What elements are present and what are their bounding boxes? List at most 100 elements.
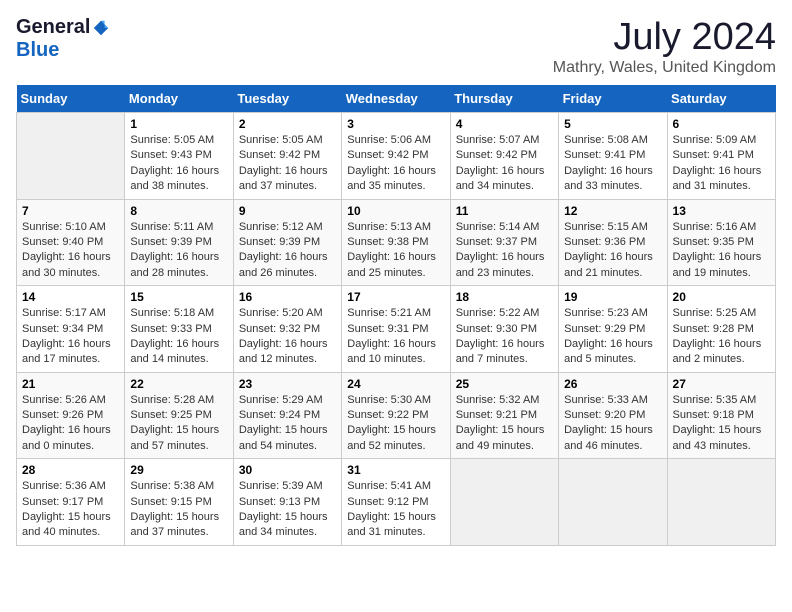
day-cell [17, 113, 125, 200]
logo: General Blue [16, 16, 110, 62]
day-cell: 17 Sunrise: 5:21 AM Sunset: 9:31 PM Dayli… [342, 286, 450, 373]
cell-info: Sunrise: 5:23 AM Sunset: 9:29 PM Dayligh… [564, 306, 661, 368]
day-cell: 18Sunrise: 5:22 AM Sunset: 9:30 PM Dayli… [450, 286, 558, 373]
day-number: 7 [22, 204, 119, 218]
day-number: 9 [239, 204, 336, 218]
day-number: 19 [564, 290, 661, 304]
day-cell: 26Sunrise: 5:33 AM Sunset: 9:20 PM Dayli… [559, 372, 667, 459]
day-number: 17 [347, 290, 444, 304]
day-number: 12 [564, 204, 661, 218]
cell-info: Sunrise: 5:05 AM Sunset: 9:43 PM Dayligh… [130, 133, 227, 195]
day-cell: 19 Sunrise: 5:23 AM Sunset: 9:29 PM Dayli… [559, 286, 667, 373]
day-cell: 6 Sunrise: 5:09 AM Sunset: 9:41 PM Daylig… [667, 113, 775, 200]
day-cell: 7 Sunrise: 5:10 AM Sunset: 9:40 PM Daylig… [17, 199, 125, 286]
cell-info: Sunrise: 5:39 AM Sunset: 9:13 PM Dayligh… [239, 479, 336, 541]
day-number: 3 [347, 117, 444, 131]
day-number: 4 [456, 117, 553, 131]
cell-info: Sunrise: 5:14 AM Sunset: 9:37 PM Dayligh… [456, 220, 553, 282]
cell-info: Sunrise: 5:12 AM Sunset: 9:39 PM Dayligh… [239, 220, 336, 282]
header-row: SundayMondayTuesdayWednesdayThursdayFrid… [17, 85, 776, 113]
day-cell: 5Sunrise: 5:08 AM Sunset: 9:41 PM Daylig… [559, 113, 667, 200]
day-cell: 11 Sunrise: 5:14 AM Sunset: 9:37 PM Dayli… [450, 199, 558, 286]
day-number: 1 [130, 117, 227, 131]
day-number: 8 [130, 204, 227, 218]
day-number: 29 [130, 463, 227, 477]
day-number: 23 [239, 377, 336, 391]
header-wednesday: Wednesday [342, 85, 450, 113]
day-cell: 15 Sunrise: 5:18 AM Sunset: 9:33 PM Dayli… [125, 286, 233, 373]
cell-info: Sunrise: 5:07 AM Sunset: 9:42 PM Dayligh… [456, 133, 553, 195]
day-cell: 31 Sunrise: 5:41 AM Sunset: 9:12 PM Dayli… [342, 459, 450, 546]
week-row-4: 28Sunrise: 5:36 AM Sunset: 9:17 PM Dayli… [17, 459, 776, 546]
day-number: 11 [456, 204, 553, 218]
cell-info: Sunrise: 5:29 AM Sunset: 9:24 PM Dayligh… [239, 393, 336, 455]
header-monday: Monday [125, 85, 233, 113]
logo-icon [92, 19, 110, 37]
cell-info: Sunrise: 5:05 AM Sunset: 9:42 PM Dayligh… [239, 133, 336, 195]
day-number: 31 [347, 463, 444, 477]
day-cell [450, 459, 558, 546]
cell-info: Sunrise: 5:15 AM Sunset: 9:36 PM Dayligh… [564, 220, 661, 282]
cell-info: Sunrise: 5:10 AM Sunset: 9:40 PM Dayligh… [22, 220, 119, 282]
day-cell: 13 Sunrise: 5:16 AM Sunset: 9:35 PM Dayli… [667, 199, 775, 286]
page-header: General Blue July 2024 Mathry, Wales, Un… [16, 16, 776, 77]
cell-info: Sunrise: 5:35 AM Sunset: 9:18 PM Dayligh… [673, 393, 770, 455]
day-number: 10 [347, 204, 444, 218]
calendar-body: 1 Sunrise: 5:05 AM Sunset: 9:43 PM Daylig… [17, 113, 776, 546]
day-cell [559, 459, 667, 546]
week-row-0: 1 Sunrise: 5:05 AM Sunset: 9:43 PM Daylig… [17, 113, 776, 200]
day-cell: 2 Sunrise: 5:05 AM Sunset: 9:42 PM Daylig… [233, 113, 341, 200]
day-number: 20 [673, 290, 770, 304]
header-sunday: Sunday [17, 85, 125, 113]
cell-info: Sunrise: 5:06 AM Sunset: 9:42 PM Dayligh… [347, 133, 444, 195]
calendar-table: SundayMondayTuesdayWednesdayThursdayFrid… [16, 85, 776, 546]
cell-info: Sunrise: 5:20 AM Sunset: 9:32 PM Dayligh… [239, 306, 336, 368]
title-section: July 2024 Mathry, Wales, United Kingdom [553, 16, 776, 77]
day-number: 5 [564, 117, 661, 131]
cell-info: Sunrise: 5:21 AM Sunset: 9:31 PM Dayligh… [347, 306, 444, 368]
week-row-1: 7 Sunrise: 5:10 AM Sunset: 9:40 PM Daylig… [17, 199, 776, 286]
day-number: 14 [22, 290, 119, 304]
cell-info: Sunrise: 5:41 AM Sunset: 9:12 PM Dayligh… [347, 479, 444, 541]
cell-info: Sunrise: 5:13 AM Sunset: 9:38 PM Dayligh… [347, 220, 444, 282]
day-number: 24 [347, 377, 444, 391]
day-cell: 24Sunrise: 5:30 AM Sunset: 9:22 PM Dayli… [342, 372, 450, 459]
day-cell: 28Sunrise: 5:36 AM Sunset: 9:17 PM Dayli… [17, 459, 125, 546]
header-tuesday: Tuesday [233, 85, 341, 113]
day-cell: 10 Sunrise: 5:13 AM Sunset: 9:38 PM Dayli… [342, 199, 450, 286]
cell-info: Sunrise: 5:16 AM Sunset: 9:35 PM Dayligh… [673, 220, 770, 282]
day-number: 2 [239, 117, 336, 131]
main-title: July 2024 [553, 16, 776, 59]
cell-info: Sunrise: 5:09 AM Sunset: 9:41 PM Dayligh… [673, 133, 770, 195]
cell-info: Sunrise: 5:22 AM Sunset: 9:30 PM Dayligh… [456, 306, 553, 368]
day-number: 15 [130, 290, 227, 304]
day-cell: 20 Sunrise: 5:25 AM Sunset: 9:28 PM Dayli… [667, 286, 775, 373]
cell-info: Sunrise: 5:18 AM Sunset: 9:33 PM Dayligh… [130, 306, 227, 368]
cell-info: Sunrise: 5:25 AM Sunset: 9:28 PM Dayligh… [673, 306, 770, 368]
day-cell: 16 Sunrise: 5:20 AM Sunset: 9:32 PM Dayli… [233, 286, 341, 373]
day-number: 6 [673, 117, 770, 131]
day-cell: 27Sunrise: 5:35 AM Sunset: 9:18 PM Dayli… [667, 372, 775, 459]
week-row-2: 14 Sunrise: 5:17 AM Sunset: 9:34 PM Dayli… [17, 286, 776, 373]
day-number: 21 [22, 377, 119, 391]
header-friday: Friday [559, 85, 667, 113]
header-thursday: Thursday [450, 85, 558, 113]
subtitle: Mathry, Wales, United Kingdom [553, 59, 776, 77]
day-cell: 1 Sunrise: 5:05 AM Sunset: 9:43 PM Daylig… [125, 113, 233, 200]
calendar-header: SundayMondayTuesdayWednesdayThursdayFrid… [17, 85, 776, 113]
cell-info: Sunrise: 5:32 AM Sunset: 9:21 PM Dayligh… [456, 393, 553, 455]
cell-info: Sunrise: 5:26 AM Sunset: 9:26 PM Dayligh… [22, 393, 119, 455]
week-row-3: 21 Sunrise: 5:26 AM Sunset: 9:26 PM Dayli… [17, 372, 776, 459]
day-cell: 23 Sunrise: 5:29 AM Sunset: 9:24 PM Dayli… [233, 372, 341, 459]
cell-info: Sunrise: 5:36 AM Sunset: 9:17 PM Dayligh… [22, 479, 119, 541]
day-cell: 8Sunrise: 5:11 AM Sunset: 9:39 PM Daylig… [125, 199, 233, 286]
day-cell: 21 Sunrise: 5:26 AM Sunset: 9:26 PM Dayli… [17, 372, 125, 459]
day-cell: 9 Sunrise: 5:12 AM Sunset: 9:39 PM Daylig… [233, 199, 341, 286]
day-number: 13 [673, 204, 770, 218]
day-number: 26 [564, 377, 661, 391]
day-cell: 14 Sunrise: 5:17 AM Sunset: 9:34 PM Dayli… [17, 286, 125, 373]
day-number: 16 [239, 290, 336, 304]
day-number: 30 [239, 463, 336, 477]
cell-info: Sunrise: 5:17 AM Sunset: 9:34 PM Dayligh… [22, 306, 119, 368]
day-cell: 22Sunrise: 5:28 AM Sunset: 9:25 PM Dayli… [125, 372, 233, 459]
